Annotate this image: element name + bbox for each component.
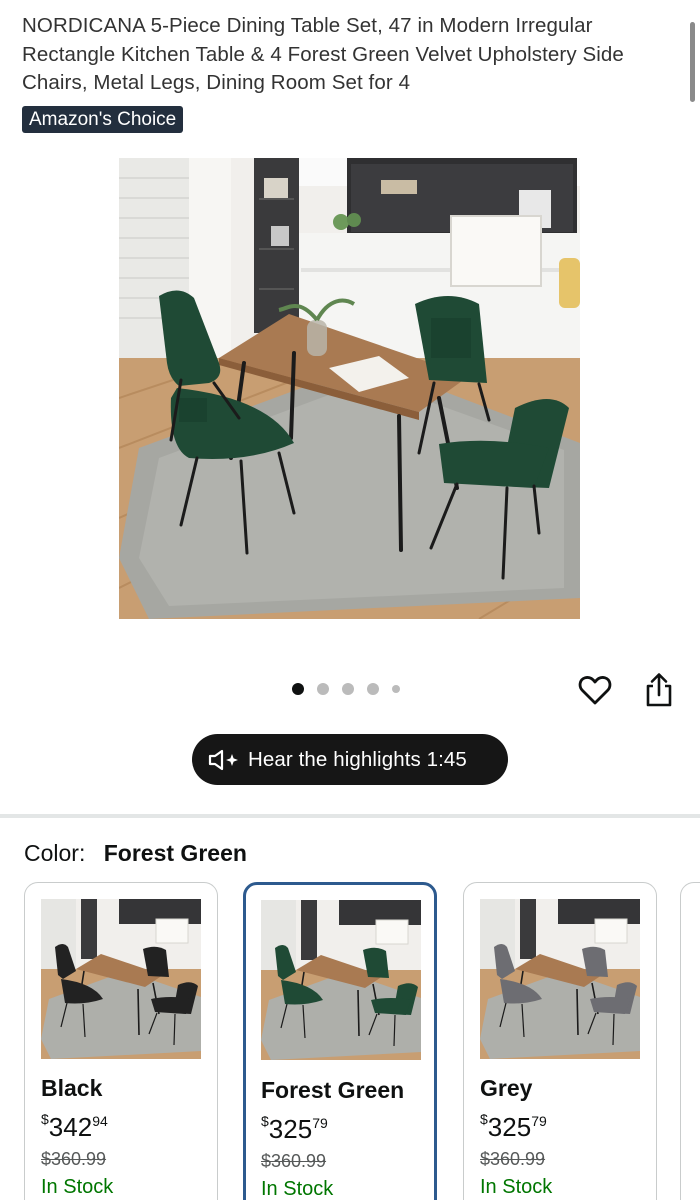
color-option-price: $34294 (41, 1111, 108, 1143)
color-selector-header: Color: Forest Green (24, 840, 247, 867)
price-fraction: 79 (312, 1115, 328, 1131)
product-main-image[interactable] (119, 158, 580, 619)
section-divider (0, 814, 700, 818)
hear-highlights-label: Hear the highlights 1:45 (248, 747, 467, 771)
color-option-card-next[interactable] (680, 882, 700, 1200)
dining-set-thumbnail (41, 899, 201, 1059)
dining-set-thumbnail (261, 900, 421, 1060)
price-currency: $ (41, 1111, 49, 1127)
share-icon[interactable] (643, 672, 675, 708)
availability: In Stock (41, 1176, 114, 1198)
page-scrollbar[interactable] (690, 22, 695, 102)
carousel-dot-4[interactable] (367, 683, 379, 695)
list-price: $360.99 (261, 1151, 327, 1171)
color-option-price: $32579 (261, 1113, 328, 1145)
price-fraction: 94 (92, 1113, 108, 1129)
speaker-sparkle-icon (208, 749, 238, 770)
list-price: $360.99 (41, 1149, 107, 1169)
selected-color: Forest Green (103, 840, 247, 866)
price-fraction: 79 (531, 1113, 547, 1129)
color-option-thumbnail (480, 899, 640, 1059)
color-option-name: Black (41, 1075, 103, 1101)
color-option-price: $32579 (480, 1111, 547, 1143)
price-currency: $ (480, 1111, 488, 1127)
color-option-card-forest-green[interactable]: Forest Green $32579 $360.99 In Stock (243, 882, 437, 1200)
price-whole: 325 (487, 1112, 532, 1142)
price-currency: $ (261, 1113, 269, 1129)
color-label: Color: (24, 840, 86, 866)
carousel-dot-2[interactable] (317, 683, 329, 695)
heart-icon[interactable] (578, 673, 612, 707)
color-option-thumbnail (261, 900, 421, 1060)
list-price: $360.99 (480, 1149, 546, 1169)
color-option-thumbnail (41, 899, 201, 1059)
amazons-choice-badge[interactable]: Amazon's Choice (22, 106, 184, 133)
color-option-card-grey[interactable]: Grey $32579 $360.99 In Stock (463, 882, 657, 1200)
image-carousel-dots[interactable] (292, 683, 400, 695)
price-whole: 325 (268, 1114, 313, 1144)
carousel-dot-5[interactable] (392, 685, 400, 693)
price-whole: 342 (48, 1112, 93, 1142)
product-title: NORDICANA 5-Piece Dining Table Set, 47 i… (22, 14, 624, 94)
color-option-card-black[interactable]: Black $34294 $360.99 In Stock (24, 882, 218, 1200)
color-option-name: Forest Green (261, 1077, 405, 1103)
dining-set-thumbnail (480, 899, 640, 1059)
color-option-name: Grey (480, 1075, 533, 1101)
availability: In Stock (480, 1176, 553, 1198)
carousel-dot-1[interactable] (292, 683, 304, 695)
hear-highlights-button[interactable]: Hear the highlights 1:45 (192, 734, 508, 785)
availability: In Stock (261, 1178, 334, 1200)
dining-set-photo (119, 158, 580, 619)
carousel-dot-3[interactable] (342, 683, 354, 695)
